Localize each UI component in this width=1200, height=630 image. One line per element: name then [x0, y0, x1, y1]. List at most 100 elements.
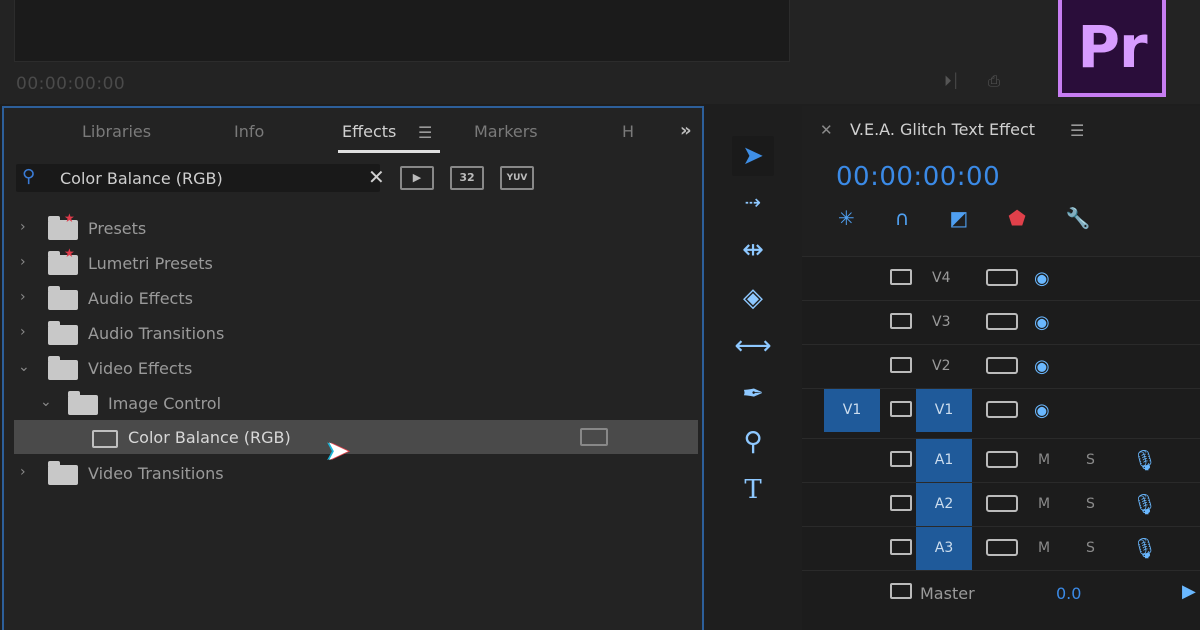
eye-icon[interactable]: ◉: [1034, 268, 1050, 289]
video-track-v1[interactable]: V1 V1 ◉: [802, 388, 1200, 432]
insert-button[interactable]: ⏵⏐: [944, 72, 974, 92]
tree-item-label: Presets: [88, 219, 147, 238]
sync-lock-icon[interactable]: [986, 269, 1018, 286]
eye-icon[interactable]: ◉: [1034, 356, 1050, 377]
tab-libraries[interactable]: Libraries: [82, 122, 151, 141]
audio-track-a1[interactable]: A1 M S 🎙: [802, 438, 1200, 482]
close-icon[interactable]: ✕: [820, 121, 833, 139]
monitor-viewport: [14, 0, 790, 62]
chevron-down-icon[interactable]: ⌄: [40, 394, 52, 410]
lock-icon[interactable]: [890, 269, 912, 285]
search-input[interactable]: [60, 167, 350, 189]
nest-icon[interactable]: ✳: [838, 206, 855, 230]
tab-effects[interactable]: Effects: [342, 122, 396, 141]
razor-tool-icon[interactable]: ◈: [732, 278, 774, 318]
tree-item-video-transitions[interactable]: › Video Transitions: [4, 456, 698, 490]
export-frame-button[interactable]: ⎙: [988, 72, 1018, 92]
sync-lock-icon[interactable]: [986, 495, 1018, 512]
mute-button[interactable]: M: [1038, 496, 1050, 512]
accelerated-effects-filter-button[interactable]: ▶: [400, 166, 434, 190]
hamburger-menu-icon[interactable]: ☰: [1070, 121, 1084, 140]
add-marker-icon[interactable]: ⬟: [1008, 206, 1025, 230]
timeline-panel: ✕ V.E.A. Glitch Text Effect ☰ 00:00:00:0…: [802, 106, 1200, 630]
microphone-icon[interactable]: 🎙: [1132, 536, 1157, 560]
yuv-filter-button[interactable]: YUV: [500, 166, 534, 190]
monitor-timecode[interactable]: 00:00:00:00: [16, 74, 125, 94]
tab-overflow-icon[interactable]: »: [680, 120, 692, 141]
video-track-v3[interactable]: V3 ◉: [802, 300, 1200, 344]
tree-item-audio-effects[interactable]: › Audio Effects: [4, 281, 698, 315]
lock-icon[interactable]: [890, 495, 912, 511]
tree-item-lumetri-presets[interactable]: › Lumetri Presets: [4, 246, 698, 280]
microphone-icon[interactable]: 🎙: [1132, 448, 1157, 472]
audio-track-a3[interactable]: A3 M S 🎙: [802, 526, 1200, 570]
accelerated-badge-icon: [580, 428, 608, 446]
eye-icon[interactable]: ◉: [1034, 312, 1050, 333]
lock-icon[interactable]: [890, 451, 912, 467]
tab-markers[interactable]: Markers: [474, 122, 538, 141]
eye-icon[interactable]: ◉: [1034, 400, 1050, 421]
tools-panel: ➤ ⇢ ⇹ ◈ ⟷ ✒ ⚲ T: [718, 130, 790, 630]
mute-button[interactable]: M: [1038, 540, 1050, 556]
playhead-timecode[interactable]: 00:00:00:00: [836, 162, 1000, 192]
track-name[interactable]: A2: [916, 483, 972, 526]
tree-item-video-effects[interactable]: ⌄ Video Effects: [4, 351, 698, 385]
timeline-tools: ✳ ∩ ◩ ⬟ 🔧: [838, 206, 1091, 230]
audio-track-a2[interactable]: A2 M S 🎙: [802, 482, 1200, 526]
hamburger-menu-icon[interactable]: ☰: [418, 123, 432, 142]
zoom-tool-icon[interactable]: ⚲: [732, 422, 774, 462]
go-to-end-icon[interactable]: ▶: [1182, 581, 1196, 602]
program-monitor: 00:00:00:00 ⏵⏐ ⎙: [0, 0, 1200, 104]
tree-item-presets[interactable]: › Presets: [4, 211, 698, 245]
source-patch-v1[interactable]: V1: [824, 389, 880, 432]
lock-icon[interactable]: [890, 313, 912, 329]
chevron-right-icon[interactable]: ›: [20, 324, 26, 340]
chevron-down-icon[interactable]: ⌄: [18, 359, 30, 375]
track-name[interactable]: A1: [916, 439, 972, 482]
mouse-cursor-icon: ➤: [326, 434, 350, 467]
chevron-right-icon[interactable]: ›: [20, 464, 26, 480]
selection-tool-icon[interactable]: ➤: [732, 136, 774, 176]
clear-icon[interactable]: ✕: [368, 165, 385, 189]
track-select-tool-icon[interactable]: ⇢: [732, 182, 774, 222]
sync-lock-icon[interactable]: [986, 401, 1018, 418]
chevron-right-icon[interactable]: ›: [20, 254, 26, 270]
ripple-edit-tool-icon[interactable]: ⇹: [732, 230, 774, 270]
chevron-right-icon[interactable]: ›: [20, 289, 26, 305]
solo-button[interactable]: S: [1086, 496, 1095, 512]
wrench-icon[interactable]: 🔧: [1066, 206, 1091, 230]
solo-button[interactable]: S: [1086, 540, 1095, 556]
snap-magnet-icon[interactable]: ∩: [895, 206, 910, 230]
tab-info[interactable]: Info: [234, 122, 264, 141]
slip-tool-icon[interactable]: ⟷: [732, 326, 774, 366]
sync-lock-icon[interactable]: [986, 357, 1018, 374]
tree-item-label: Audio Transitions: [88, 324, 225, 343]
sequence-title[interactable]: V.E.A. Glitch Text Effect: [850, 120, 1035, 139]
lock-icon[interactable]: [890, 401, 912, 417]
chevron-right-icon[interactable]: ›: [20, 219, 26, 235]
video-track-v2[interactable]: V2 ◉: [802, 344, 1200, 388]
tab-history[interactable]: H: [622, 122, 634, 141]
master-label: Master: [920, 584, 975, 603]
sync-lock-icon[interactable]: [986, 313, 1018, 330]
lock-icon[interactable]: [890, 357, 912, 373]
tree-item-audio-transitions[interactable]: › Audio Transitions: [4, 316, 698, 350]
32-bit-filter-button[interactable]: 32: [450, 166, 484, 190]
type-tool-icon[interactable]: T: [732, 470, 774, 510]
track-name[interactable]: V1: [916, 389, 972, 432]
sync-lock-icon[interactable]: [986, 539, 1018, 556]
tree-item-image-control[interactable]: ⌄ Image Control: [4, 386, 698, 420]
video-track-v4[interactable]: V4 ◉: [802, 256, 1200, 300]
mute-button[interactable]: M: [1038, 452, 1050, 468]
solo-button[interactable]: S: [1086, 452, 1095, 468]
microphone-icon[interactable]: 🎙: [1132, 492, 1157, 516]
lock-icon[interactable]: [890, 539, 912, 555]
master-volume-value[interactable]: 0.0: [1056, 584, 1081, 603]
lock-icon[interactable]: [890, 583, 912, 599]
track-name[interactable]: A3: [916, 527, 972, 570]
linked-selection-icon[interactable]: ◩: [949, 206, 968, 230]
pen-tool-icon[interactable]: ✒: [732, 374, 774, 414]
master-track[interactable]: Master 0.0 ▶: [802, 570, 1200, 614]
sync-lock-icon[interactable]: [986, 451, 1018, 468]
tree-item-color-balance-rgb[interactable]: Color Balance (RGB): [14, 420, 698, 454]
